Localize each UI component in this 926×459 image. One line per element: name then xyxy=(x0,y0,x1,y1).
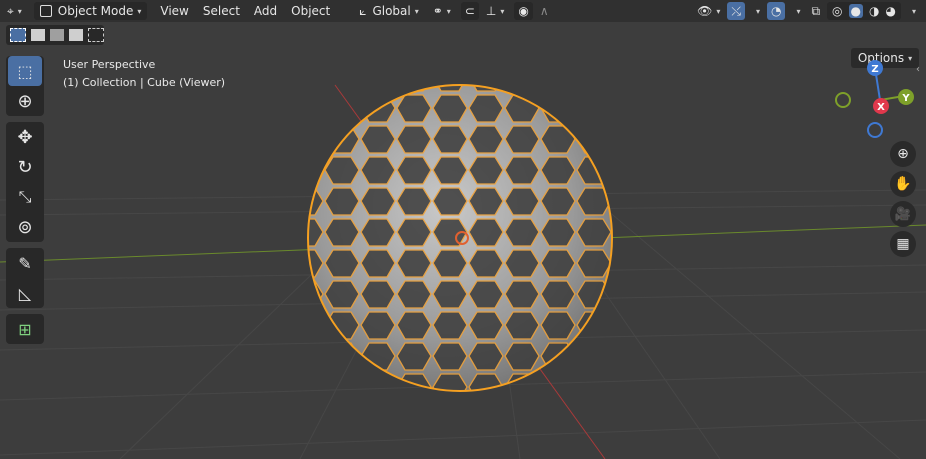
menu-object[interactable]: Object xyxy=(284,2,337,20)
solid-shading-icon[interactable]: ● xyxy=(848,4,864,18)
snap-target-button[interactable]: ⊥ ▾ xyxy=(482,2,508,20)
link-icon: ⚭ xyxy=(432,4,443,18)
rotate-tool[interactable]: ↻ xyxy=(8,152,42,182)
magnet-icon: ⊂ xyxy=(464,4,475,18)
shading-buttons: ◎ ● ◑ ◕ xyxy=(827,2,901,20)
chevron-down-icon: ▾ xyxy=(414,6,419,16)
gizmo-x-label: X xyxy=(877,102,885,113)
add-cube-tool[interactable]: ⊞ xyxy=(8,314,42,344)
select-intersect-icon[interactable] xyxy=(88,28,104,42)
menu-view[interactable]: View xyxy=(153,2,195,20)
scale-icon: ⤡ xyxy=(18,187,32,206)
rotate-icon: ↻ xyxy=(17,156,33,178)
cursor-select-icon: ⬚ xyxy=(17,61,33,81)
gizmo-neg-z xyxy=(867,122,883,138)
navigation-gizmo[interactable]: Z Y X xyxy=(832,58,922,148)
select-box-tool[interactable]: ⬚ xyxy=(8,56,42,86)
hand-icon: ✋ xyxy=(894,176,912,192)
tool-settings-bar: Options ▾ xyxy=(0,22,926,68)
select-mode-buttons xyxy=(6,25,104,45)
select-subtract-icon[interactable] xyxy=(50,29,64,41)
move-icon: ✥ xyxy=(17,126,33,148)
gizmo-toggle[interactable]: ⤯ xyxy=(727,2,745,20)
snap-icon: ⊥ xyxy=(485,4,497,18)
transform-orientation-select[interactable]: ⟀ Global ▾ xyxy=(355,2,423,20)
gizmo-y-label: Y xyxy=(901,93,910,104)
ruler-icon: ◺ xyxy=(18,283,32,303)
menu-add[interactable]: Add xyxy=(247,2,284,20)
rendered-shading-icon[interactable]: ◕ xyxy=(886,4,896,18)
gizmo-z-label: Z xyxy=(871,64,878,75)
overlay-menu[interactable]: ▾ xyxy=(788,2,804,20)
xray-icon: ⧉ xyxy=(811,3,821,18)
falloff-button[interactable]: ∧ xyxy=(536,2,553,20)
pencil-icon: ✎ xyxy=(18,253,32,273)
add-cube-icon: ⊞ xyxy=(18,319,32,339)
menu-select[interactable]: Select xyxy=(196,2,247,20)
scale-tool[interactable]: ⤡ xyxy=(8,182,42,212)
select-extend-icon[interactable] xyxy=(31,29,45,41)
material-shading-icon[interactable]: ◑ xyxy=(869,4,879,18)
transform-icon: ⊚ xyxy=(17,216,33,238)
annotate-tool[interactable]: ✎ xyxy=(8,248,42,278)
mode-select[interactable]: Object Mode ▾ xyxy=(33,2,148,20)
wireframe-shading-icon[interactable]: ◎ xyxy=(832,4,842,18)
mode-label: Object Mode xyxy=(57,4,134,18)
camera-icon: 🎥 xyxy=(894,206,912,222)
crosshair-icon: ⊕ xyxy=(17,90,33,112)
measure-tool[interactable]: ◺ xyxy=(8,278,42,308)
sidebar-toggle-icon[interactable]: ‹ xyxy=(916,64,920,75)
toolbar: ⬚ ⊕ ✥ ↻ ⤡ ⊚ ✎ ◺ ⊞ xyxy=(6,56,44,350)
editor-type-icon: ⌖ xyxy=(7,3,14,18)
orientation-icon: ⟀ xyxy=(359,3,367,18)
gizmo-menu[interactable]: ▾ xyxy=(748,2,764,20)
falloff-curve-icon: ∧ xyxy=(539,4,549,18)
camera-button[interactable]: 🎥 xyxy=(890,201,916,227)
perspective-toggle-button[interactable]: ▦ xyxy=(890,231,916,257)
overlay-icon: ◔ xyxy=(770,4,782,18)
orientation-label: Global xyxy=(372,4,411,18)
pan-button[interactable]: ✋ xyxy=(890,171,916,197)
perspective-label: User Perspective xyxy=(63,58,156,71)
cursor-tool[interactable]: ⊕ xyxy=(8,86,42,116)
pivot-point-button[interactable]: ⚭ ▾ xyxy=(429,2,455,20)
chevron-down-icon: ▾ xyxy=(796,6,801,16)
zoom-button[interactable]: ⊕ xyxy=(890,141,916,167)
viewport-header: ⌖ ▾ Object Mode ▾ View Select Add Object … xyxy=(0,0,926,22)
object-mode-icon xyxy=(39,5,52,17)
zoom-icon: ⊕ xyxy=(897,146,909,162)
editor-type-button[interactable]: ⌖ ▾ xyxy=(3,2,26,20)
select-invert-icon[interactable] xyxy=(69,29,83,41)
overlay-toggle[interactable]: ◔ xyxy=(766,2,786,20)
chevron-down-icon: ▾ xyxy=(755,6,760,16)
gizmo-neg-y xyxy=(835,92,851,108)
grid-icon: ▦ xyxy=(896,236,910,252)
shading-menu[interactable]: ▾ xyxy=(904,2,920,20)
chevron-down-icon: ▾ xyxy=(911,6,916,16)
collection-label: (1) Collection | Cube (Viewer) xyxy=(63,76,226,89)
chevron-down-icon: ▾ xyxy=(137,6,142,16)
select-new-icon[interactable] xyxy=(10,28,26,42)
gizmo-icon: ⤯ xyxy=(731,3,741,18)
transform-tool[interactable]: ⊚ xyxy=(8,212,42,242)
proportional-icon: ◉ xyxy=(518,4,529,18)
eye-icon: 👁 xyxy=(697,4,713,18)
proportional-edit-toggle[interactable]: ◉ xyxy=(514,2,533,20)
xray-toggle[interactable]: ⧉ xyxy=(807,2,824,20)
visibility-button[interactable]: 👁 ▾ xyxy=(693,2,724,20)
move-tool[interactable]: ✥ xyxy=(8,122,42,152)
snap-toggle[interactable]: ⊂ xyxy=(460,2,479,20)
